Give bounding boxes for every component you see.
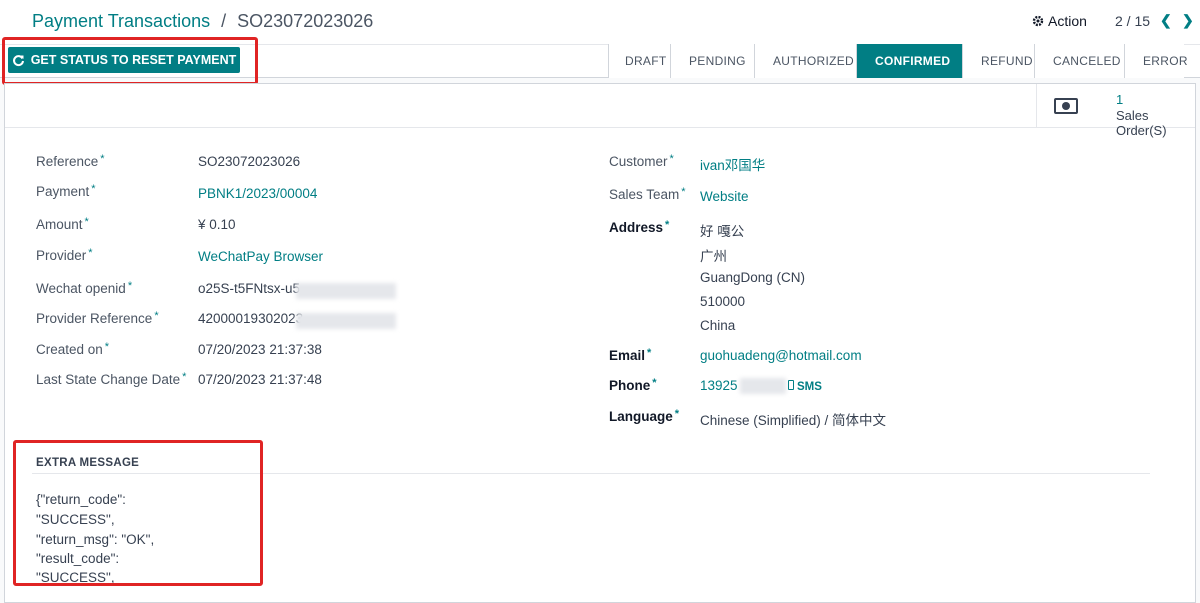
phone-link[interactable]: 13925 xyxy=(700,378,738,393)
chevron-left-icon[interactable]: ❮ xyxy=(1160,12,1172,29)
last-state-change-label: Last State Change Date * xyxy=(36,371,187,387)
provider-reference-label: Provider Reference * xyxy=(36,310,159,326)
created-on-label: Created on * xyxy=(36,341,110,357)
last-state-change-value: 07/20/2023 21:37:48 xyxy=(198,372,322,387)
action-label: Action xyxy=(1048,13,1087,29)
email-label: Email * xyxy=(609,347,652,363)
sales-team-link[interactable]: Website xyxy=(700,189,749,204)
sales-orders-smart-button[interactable]: 1 Sales Order(S) xyxy=(1036,84,1197,138)
stage-confirmed[interactable]: CONFIRMED xyxy=(856,44,962,78)
stage-draft[interactable]: DRAFT xyxy=(608,44,670,78)
money-icon xyxy=(1054,98,1078,114)
provider-label: Provider * xyxy=(36,247,93,263)
stage-pending[interactable]: PENDING xyxy=(670,44,754,78)
redacted-phone xyxy=(740,378,786,394)
pager-value[interactable]: 2 / 15 xyxy=(1115,13,1150,29)
created-on-value: 07/20/2023 21:37:38 xyxy=(198,342,322,357)
sms-label: SMS xyxy=(797,381,822,393)
language-label: Language * xyxy=(609,408,680,424)
provider-reference-value: 42000019302023 xyxy=(198,311,304,326)
breadcrumb-parent-link[interactable]: Payment Transactions xyxy=(32,11,210,31)
address-line-5: China xyxy=(700,318,736,333)
language-value: Chinese (Simplified) / 简体中文 xyxy=(700,413,887,428)
payment-link[interactable]: PBNK1/2023/00004 xyxy=(198,186,317,201)
chevron-right-icon[interactable]: ❯ xyxy=(1182,12,1194,29)
stage-pipeline: DRAFT PENDING AUTHORIZED CONFIRMED REFUND CAN… xyxy=(608,44,1188,78)
payment-label: Payment * xyxy=(36,183,96,199)
address-line-1: 好 嘎公 xyxy=(700,224,745,239)
redacted-provider-reference xyxy=(296,313,396,329)
address-line-2: 广州 xyxy=(700,249,727,264)
wechat-openid-value: o25S-t5FNtsx-u5 xyxy=(198,281,301,296)
gear-icon xyxy=(1032,15,1044,27)
address-line-4: 510000 xyxy=(700,294,746,309)
redacted-openid xyxy=(296,283,396,299)
highlight-box-reset xyxy=(2,37,258,85)
stage-refund[interactable]: REFUND xyxy=(962,44,1034,78)
action-menu-button[interactable]: Action xyxy=(1032,13,1087,29)
address-label: Address * xyxy=(609,219,670,235)
amount-label: Amount * xyxy=(36,216,89,232)
wechat-openid-label: Wechat openid * xyxy=(36,280,133,296)
amount-value: ¥ 0.10 xyxy=(198,217,236,232)
customer-link[interactable]: ivan邓国华 xyxy=(700,154,765,174)
stage-canceled[interactable]: CANCELED xyxy=(1034,44,1124,78)
stage-authorized[interactable]: AUTHORIZED xyxy=(754,44,856,78)
reference-value: SO23072023026 xyxy=(198,154,301,169)
customer-label: Customer * xyxy=(609,153,674,169)
breadcrumb-current: SO23072023026 xyxy=(237,11,374,31)
provider-link[interactable]: WeChatPay Browser xyxy=(198,249,323,264)
reference-label: Reference * xyxy=(36,153,105,169)
email-link[interactable]: guohuadeng@hotmail.com xyxy=(700,348,862,363)
sales-order-count: 1 xyxy=(1116,92,1124,107)
button-box: 1 Sales Order(S) xyxy=(5,84,1197,138)
breadcrumb: Payment Transactions / SO23072023026 xyxy=(32,11,373,32)
sales-order-label: Sales Order(S) xyxy=(1116,108,1167,138)
phone-label: Phone * xyxy=(609,377,657,393)
sms-button[interactable]: SMS xyxy=(788,378,822,393)
highlight-box-extra-message xyxy=(13,440,263,586)
breadcrumb-separator: / xyxy=(221,11,227,31)
sales-team-label: Sales Team * xyxy=(609,186,686,202)
address-line-3: GuangDong (CN) xyxy=(700,270,806,285)
mobile-icon xyxy=(788,380,794,390)
stage-error[interactable]: ERROR xyxy=(1124,44,1188,78)
